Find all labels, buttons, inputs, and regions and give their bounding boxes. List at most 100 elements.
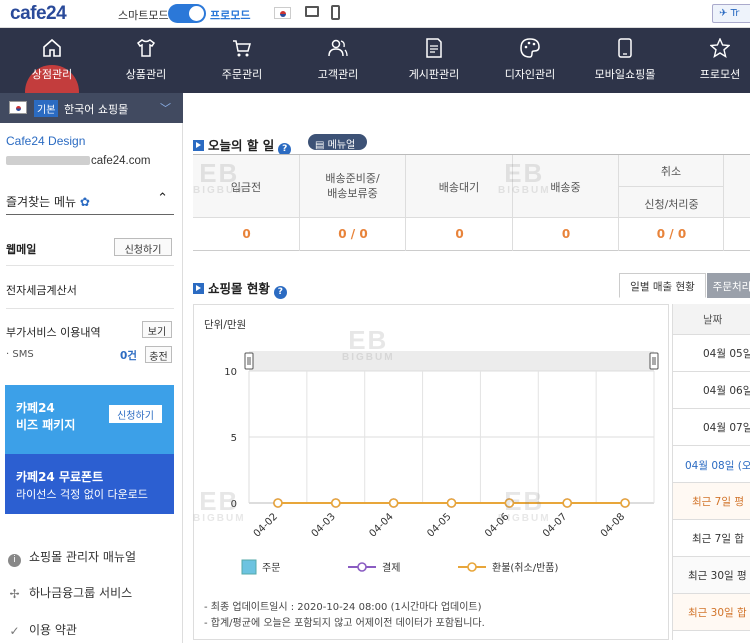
help-icon[interactable]: ? bbox=[273, 286, 287, 299]
todo-header: 배송대기 bbox=[438, 181, 480, 194]
todo-value[interactable]: 0 / 0 bbox=[300, 227, 406, 241]
nav-label: 프로모션 bbox=[699, 68, 741, 81]
sms-charge-button[interactable]: 충전 bbox=[145, 346, 172, 363]
cart-icon bbox=[233, 40, 251, 57]
shop-name: 한국어 쇼핑몰 bbox=[64, 103, 129, 116]
todo-table: 입금전 배송준비중/ 배송보류중 배송대기 배송중 취소 신청/처리중 0 0 … bbox=[193, 154, 750, 251]
favorites-label: 즐겨찾는 메뉴 bbox=[6, 195, 77, 209]
nav-products[interactable]: 상품관리 bbox=[106, 28, 186, 93]
pro-mode-label[interactable]: 프로모드 bbox=[210, 7, 250, 23]
hana-icon: ✢ bbox=[9, 587, 20, 601]
legend-marker bbox=[357, 562, 367, 572]
nav-label: 모바일쇼핑몰 bbox=[594, 68, 656, 81]
translate-button[interactable]: ✈ Tr bbox=[712, 4, 750, 23]
free-font-banner[interactable]: 카페24 무료폰트 라이선스 걱정 없이 다운로드 bbox=[5, 454, 174, 514]
mobile-icon[interactable] bbox=[331, 5, 340, 20]
biz-title: 카페24 bbox=[16, 401, 55, 415]
board-icon bbox=[426, 38, 442, 58]
korea-flag-icon bbox=[9, 101, 27, 114]
x-tick-label: 04-03 bbox=[310, 511, 338, 539]
terms-link[interactable]: ✓ 이용 약관 bbox=[8, 621, 77, 638]
main-content: 오늘의 할 일? ▤ 메뉴얼 입금전 배송준비중/ 배송보류중 배송대기 배송중… bbox=[184, 93, 750, 643]
date-row: 04월 05일 bbox=[673, 335, 750, 372]
legend-label: 결제 bbox=[382, 562, 400, 574]
home-icon bbox=[43, 38, 61, 57]
design-name: Cafe24 Design bbox=[6, 134, 86, 148]
nav-design[interactable]: 디자인관리 bbox=[490, 28, 570, 93]
tax-invoice-link[interactable]: 전자세금계산서 bbox=[6, 282, 174, 298]
star-icon bbox=[710, 38, 730, 58]
todo-value[interactable]: 0 / 0 bbox=[619, 227, 724, 241]
watermark: EB BIGBUM bbox=[498, 486, 551, 524]
link-label: 하나금융그룹 서비스 bbox=[29, 586, 133, 600]
admin-manual-link[interactable]: i 쇼핑몰 관리자 매뉴얼 bbox=[8, 548, 136, 567]
chevron-up-icon[interactable]: ⌃ bbox=[157, 191, 168, 206]
pc-icon[interactable] bbox=[305, 6, 319, 17]
chevron-down-icon: ﹀ bbox=[160, 102, 171, 115]
zoom-band bbox=[249, 351, 654, 371]
smart-mode-label[interactable]: 스마트모드 bbox=[118, 7, 169, 23]
url-suffix: cafe24.com bbox=[91, 155, 151, 167]
hana-service-link[interactable]: ✢ 하나금융그룹 서비스 bbox=[8, 584, 132, 601]
biz-apply-button[interactable]: 신청하기 bbox=[109, 405, 162, 423]
data-point bbox=[388, 498, 399, 508]
link-label: 이용 약관 bbox=[29, 623, 77, 637]
nav-orders[interactable]: 주문관리 bbox=[202, 28, 282, 93]
watermark: EB BIGBUM bbox=[342, 325, 395, 363]
watermark: EB BIGBUM bbox=[498, 158, 551, 196]
todo-value[interactable]: 0 bbox=[513, 227, 619, 241]
top-bar: cafe24 스마트모드 프로모드 ✈ Tr bbox=[0, 0, 750, 28]
manual-button[interactable]: ▤ 메뉴얼 bbox=[308, 134, 367, 151]
nav-promotion[interactable]: 프로모션 bbox=[680, 28, 750, 93]
palette-icon bbox=[520, 38, 540, 58]
korea-flag-icon[interactable] bbox=[274, 7, 291, 19]
mode-toggle[interactable] bbox=[168, 4, 206, 23]
biz-package-banner[interactable]: 카페24 비즈 패키지 신청하기 bbox=[5, 385, 174, 458]
y-tick-label: 5 bbox=[231, 433, 237, 444]
shop-url[interactable]: cafe24.com bbox=[6, 155, 150, 167]
date-header: 날짜 bbox=[673, 304, 750, 335]
gear-icon[interactable]: ✿ bbox=[80, 195, 90, 209]
data-point bbox=[562, 498, 573, 508]
blurred-id bbox=[6, 156, 90, 166]
sidebar: 기본 한국어 쇼핑몰 ﹀ Cafe24 Design cafe24.com 즐겨… bbox=[0, 93, 183, 643]
main-nav: 상점관리 상품관리 주문관리 고객관리 게시판관리 디자인관리 모바일쇼핑몰 프… bbox=[0, 28, 750, 119]
x-tick-label: 04-02 bbox=[252, 511, 280, 539]
todo-title: 오늘의 할 일? bbox=[193, 135, 292, 156]
y-tick-label: 10 bbox=[224, 367, 237, 378]
x-tick-label: 04-05 bbox=[425, 511, 453, 539]
tab-order-process[interactable]: 주문처리 bbox=[707, 273, 750, 298]
nav-label: 디자인관리 bbox=[504, 68, 556, 81]
nav-label: 상점관리 bbox=[31, 68, 73, 81]
shop-selector[interactable]: 기본 한국어 쇼핑몰 ﹀ bbox=[0, 93, 183, 123]
nav-store[interactable]: 상점관리 bbox=[12, 28, 92, 93]
nav-label: 상품관리 bbox=[125, 68, 167, 81]
mobile-icon bbox=[618, 38, 632, 58]
divider bbox=[6, 214, 174, 215]
todo-title-text: 오늘의 할 일 bbox=[208, 138, 275, 153]
sales-chart-panel: 단위/만원 10 5 0 04-02 04-03 04-04 04-05 04-06 04-07… bbox=[193, 304, 669, 640]
legend-marker bbox=[467, 562, 477, 572]
tab-daily-sales[interactable]: 일별 매출 현황 bbox=[619, 273, 706, 298]
update-note: - 최종 업데이트일시 : 2020-10-24 08:00 (1시간마다 업데… bbox=[204, 602, 482, 613]
sales-chart: 105004-02 04-03 04-04 04-05 04-06 04-07 04-08주… bbox=[224, 351, 659, 575]
nav-boards[interactable]: 게시판관리 bbox=[394, 28, 474, 93]
nav-mobile[interactable]: 모바일쇼핑몰 bbox=[585, 28, 665, 93]
todo-subheader: 신청/처리중 bbox=[619, 186, 724, 212]
todo-value[interactable]: 0 bbox=[406, 227, 513, 241]
status-title-text: 쇼핑몰 현황 bbox=[208, 281, 270, 296]
zoom-handle bbox=[244, 352, 254, 370]
info-icon: i bbox=[8, 554, 21, 567]
font-title: 카페24 무료폰트 bbox=[16, 470, 104, 484]
nav-customers[interactable]: 고객관리 bbox=[298, 28, 378, 93]
addon-view-button[interactable]: 보기 bbox=[142, 321, 172, 338]
webmail-apply-button[interactable]: 신청하기 bbox=[114, 238, 172, 256]
date-table: 날짜 04월 05일 04월 06일 04월 07일 04월 08일 (오 최근… bbox=[672, 304, 750, 640]
cafe24-logo[interactable]: cafe24 bbox=[10, 3, 67, 25]
favorites-header[interactable]: 즐겨찾는 메뉴 ✿ ⌃ bbox=[6, 191, 174, 210]
summary-row: 최근 30일 평 bbox=[673, 557, 750, 594]
todo-value[interactable]: 0 bbox=[193, 227, 300, 241]
data-point bbox=[620, 498, 630, 508]
date-row: 04월 06일 bbox=[673, 372, 750, 409]
legend-label: 주문 bbox=[262, 562, 280, 574]
